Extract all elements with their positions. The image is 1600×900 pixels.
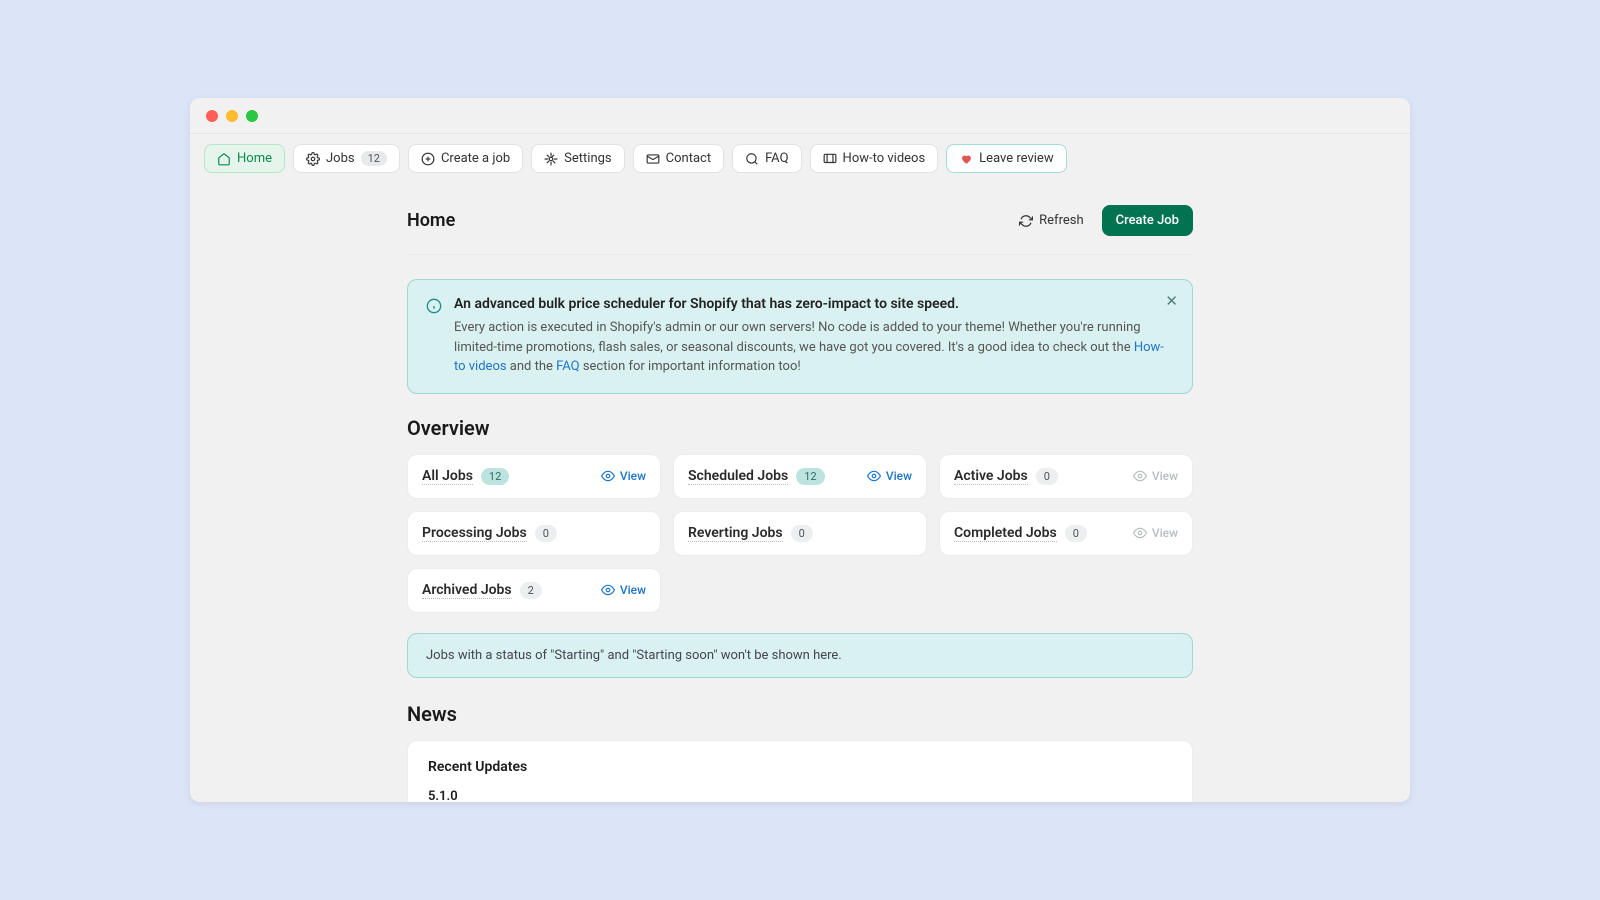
maximize-window-icon[interactable] [246,110,258,122]
app-window: Home Jobs 12 Create a job Settings Conta… [190,98,1410,802]
card-all: All Jobs 12 View [407,454,661,499]
nav-home[interactable]: Home [204,144,285,173]
create-job-button[interactable]: Create Job [1102,205,1193,236]
card-count: 0 [535,525,557,542]
view-link[interactable]: View [867,469,912,483]
info-icon [426,298,442,377]
card-label: Archived Jobs [422,582,512,599]
nav-review-label: Leave review [979,151,1053,166]
nav-contact-label: Contact [666,151,711,166]
card-count: 2 [520,582,542,599]
page-title: Home [407,210,455,231]
card-label: Active Jobs [954,468,1028,485]
view-link[interactable]: View [601,469,646,483]
mail-icon [646,152,660,166]
card-scheduled: Scheduled Jobs 12 View [673,454,927,499]
view-link[interactable]: View [1133,526,1178,540]
search-icon [745,152,759,166]
status-note: Jobs with a status of "Starting" and "St… [407,633,1193,678]
card-active: Active Jobs 0 View [939,454,1193,499]
nav-jobs[interactable]: Jobs 12 [293,144,400,173]
faq-link[interactable]: FAQ [556,359,579,374]
card-label: Completed Jobs [954,525,1057,542]
titlebar [190,98,1410,134]
gear-icon [306,152,320,166]
card-count: 12 [481,468,509,485]
nav-faq-label: FAQ [765,151,788,166]
heart-icon [959,152,973,166]
nav-videos[interactable]: How-to videos [810,144,939,173]
nav-settings-label: Settings [564,151,611,166]
settings-icon [544,152,558,166]
card-processing: Processing Jobs 0 [407,511,661,556]
overview-heading: Overview [407,416,1193,440]
close-window-icon[interactable] [206,110,218,122]
refresh-icon [1019,214,1033,228]
card-reverting: Reverting Jobs 0 [673,511,927,556]
card-archived: Archived Jobs 2 View [407,568,661,613]
news-version: 5.1.0 [428,789,1172,803]
nav-create-label: Create a job [441,151,510,166]
plus-circle-icon [421,152,435,166]
card-count: 0 [791,525,813,542]
news-subtitle: Recent Updates [428,759,1172,775]
minimize-window-icon[interactable] [226,110,238,122]
card-label: Processing Jobs [422,525,527,542]
nav-review[interactable]: Leave review [946,144,1066,173]
nav-settings[interactable]: Settings [531,144,624,173]
card-completed: Completed Jobs 0 View [939,511,1193,556]
nav-videos-label: How-to videos [843,151,926,166]
nav-create-job[interactable]: Create a job [408,144,523,173]
home-icon [217,152,231,166]
nav-bar: Home Jobs 12 Create a job Settings Conta… [190,134,1410,183]
nav-home-label: Home [237,151,272,166]
card-count: 0 [1036,468,1058,485]
card-label: Reverting Jobs [688,525,783,542]
card-label: Scheduled Jobs [688,468,788,485]
card-label: All Jobs [422,468,473,485]
refresh-button[interactable]: Refresh [1011,207,1091,234]
banner-close-icon[interactable]: ✕ [1165,292,1178,310]
view-link[interactable]: View [1133,469,1178,483]
overview-grid: All Jobs12ViewScheduled Jobs12ViewActive… [407,454,1193,613]
view-link[interactable]: View [601,583,646,597]
info-banner: An advanced bulk price scheduler for Sho… [407,279,1193,394]
nav-jobs-label: Jobs [326,151,355,166]
news-heading: News [407,702,1193,726]
card-count: 0 [1065,525,1087,542]
nav-jobs-count: 12 [361,151,387,166]
page-header: Home Refresh Create Job [407,183,1193,255]
video-icon [823,152,837,166]
content-area: Home Refresh Create Job An advanced bulk… [190,183,1410,802]
banner-body: Every action is executed in Shopify's ad… [454,318,1174,377]
news-card: Recent Updates 5.1.0 October 23, 2023 Ad… [407,740,1193,803]
banner-title: An advanced bulk price scheduler for Sho… [454,296,1174,312]
card-count: 12 [796,468,824,485]
nav-faq[interactable]: FAQ [732,144,801,173]
nav-contact[interactable]: Contact [633,144,724,173]
refresh-label: Refresh [1039,213,1083,228]
